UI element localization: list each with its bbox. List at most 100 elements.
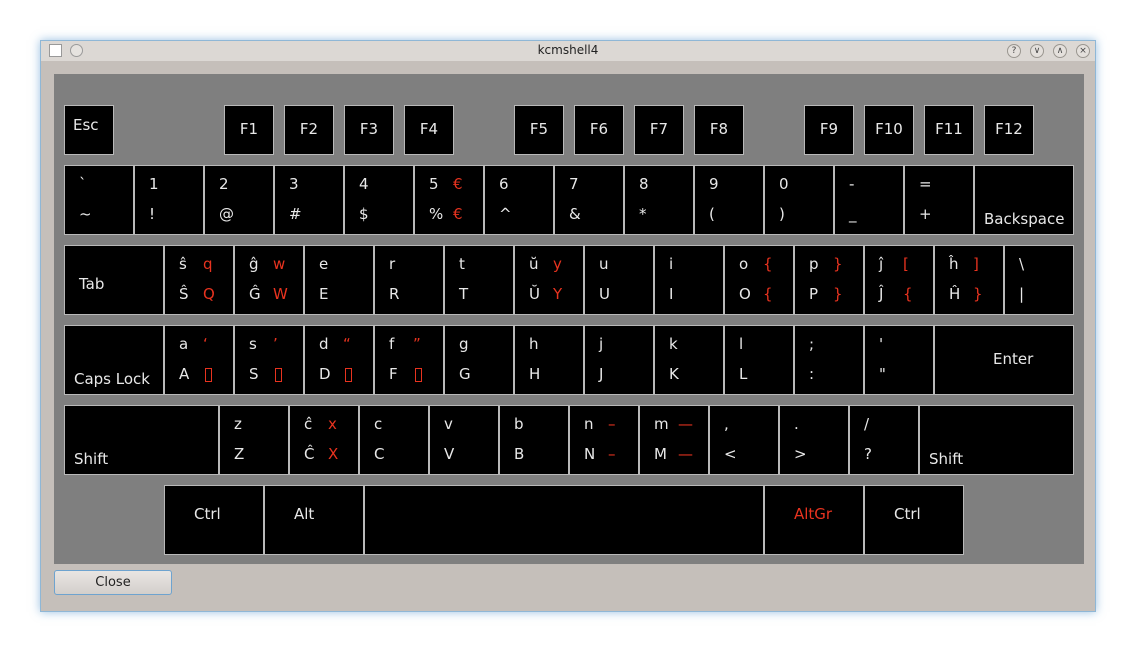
key-altgr-label: w <box>273 255 286 273</box>
key-0-number_row-10[interactable]: 0) <box>764 165 834 235</box>
key-shift-label: * <box>639 205 647 223</box>
key-sym-bottom_letter_row-7[interactable]: , < <box>709 405 779 475</box>
key-altgr-shift-label: { <box>903 285 913 303</box>
key-b-bottom_letter_row-4[interactable]: bB <box>499 405 569 475</box>
key-shift-right[interactable]: Shift <box>919 405 1074 475</box>
key-3-number_row-3[interactable]: 3 # <box>274 165 344 235</box>
key-primary-label: / <box>864 415 870 433</box>
key-n-bottom_letter_row-5[interactable]: n N – – <box>569 405 639 475</box>
key-sym-number_row-12[interactable]: = + <box>904 165 974 235</box>
key-h-home_row-5[interactable]: hH <box>514 325 584 395</box>
close-button[interactable]: Close <box>54 570 172 595</box>
key-9-number_row-9[interactable]: 9( <box>694 165 764 235</box>
key-k-home_row-7[interactable]: kK <box>654 325 724 395</box>
key-4-number_row-4[interactable]: 4 $ <box>344 165 414 235</box>
key-r-qwerty_row-3[interactable]: rR <box>374 245 444 315</box>
key-sym-qwerty_row-0[interactable]: ŝŜqQ <box>164 245 234 315</box>
key-f-home_row-3[interactable]: f F ” <box>374 325 444 395</box>
key-t-qwerty_row-4[interactable]: tT <box>444 245 514 315</box>
key-sym-number_row-11[interactable]: - _ <box>834 165 904 235</box>
key-label: Ctrl <box>894 505 921 523</box>
key-primary-label: 0 <box>779 175 789 193</box>
key-s-home_row-1[interactable]: s S ’ <box>234 325 304 395</box>
title-bar[interactable]: kcmshell4 ? ∨ ∧ × <box>41 41 1095 61</box>
key-8-number_row-8[interactable]: 8 * <box>624 165 694 235</box>
key-f6[interactable]: F6 <box>574 105 624 155</box>
key-primary-label: 1 <box>149 175 159 193</box>
key-c-bottom_letter_row-2[interactable]: cC <box>359 405 429 475</box>
key-enter[interactable]: Enter <box>934 325 1074 395</box>
key-i-qwerty_row-7[interactable]: iI <box>654 245 724 315</box>
key-p-qwerty_row-9[interactable]: p P}} <box>794 245 864 315</box>
key-v-bottom_letter_row-3[interactable]: vV <box>429 405 499 475</box>
key-sym-qwerty_row-1[interactable]: ĝĜwW <box>234 245 304 315</box>
key-label: Caps Lock <box>74 370 150 388</box>
key-altgr-label: ’ <box>273 335 278 353</box>
key-sym-qwerty_row-5[interactable]: ŭŬyY <box>514 245 584 315</box>
key-f4[interactable]: F4 <box>404 105 454 155</box>
key-f2[interactable]: F2 <box>284 105 334 155</box>
key-o-qwerty_row-8[interactable]: o O {{ <box>724 245 794 315</box>
key-ctrl-left[interactable]: Ctrl <box>164 485 264 555</box>
key-f1[interactable]: F1 <box>224 105 274 155</box>
key-caps-lock[interactable]: Caps Lock <box>64 325 164 395</box>
key-f7[interactable]: F7 <box>634 105 684 155</box>
key-primary-label: t <box>459 255 465 273</box>
key-1-number_row-1[interactable]: 1! <box>134 165 204 235</box>
key-sym-qwerty_row-12[interactable]: \ | <box>1004 245 1074 315</box>
key-sym-bottom_letter_row-9[interactable]: /? <box>849 405 919 475</box>
key-m-bottom_letter_row-6[interactable]: m M — — <box>639 405 709 475</box>
minimize-button[interactable]: ∨ <box>1030 44 1044 58</box>
key-primary-label: b <box>514 415 524 433</box>
key-shift-label: U <box>599 285 610 303</box>
key-f10[interactable]: F10 <box>864 105 914 155</box>
key-alt[interactable]: Alt <box>264 485 364 555</box>
key-esc[interactable]: Esc <box>64 105 114 155</box>
key-2-number_row-2[interactable]: 2 @ <box>204 165 274 235</box>
key-shift-left[interactable]: Shift <box>64 405 219 475</box>
key-shift-label: T <box>459 285 469 303</box>
key-j-home_row-6[interactable]: jJ <box>584 325 654 395</box>
key-sym-qwerty_row-10[interactable]: ĵ Ĵ [{ <box>864 245 934 315</box>
key-tab[interactable]: Tab <box>64 245 164 315</box>
key-sym-home_row-10[interactable]: ' " <box>864 325 934 395</box>
key-l-home_row-8[interactable]: lL <box>724 325 794 395</box>
missing-glyph-box <box>345 368 352 382</box>
key-a-home_row-0[interactable]: a A ‘ <box>164 325 234 395</box>
key-7-number_row-7[interactable]: 7 & <box>554 165 624 235</box>
key-5-number_row-5[interactable]: 5% € € <box>414 165 484 235</box>
maximize-button[interactable]: ∧ <box>1053 44 1067 58</box>
key-shift-label: Ĥ <box>949 285 961 303</box>
key-f11[interactable]: F11 <box>924 105 974 155</box>
key-f9[interactable]: F9 <box>804 105 854 155</box>
key-shift-label: Ŭ <box>529 285 540 303</box>
key-sym-home_row-9[interactable]: ;: <box>794 325 864 395</box>
close-window-button[interactable]: × <box>1076 44 1090 58</box>
key-altgr-label: ” <box>413 335 421 353</box>
key-backspace[interactable]: Backspace <box>974 165 1074 235</box>
key-label: F5 <box>529 120 549 138</box>
help-button[interactable]: ? <box>1007 44 1021 58</box>
key-f12[interactable]: F12 <box>984 105 1034 155</box>
key-g-home_row-4[interactable]: gG <box>444 325 514 395</box>
key-f8[interactable]: F8 <box>694 105 744 155</box>
key-label: F2 <box>299 120 319 138</box>
key-label: Alt <box>294 505 315 523</box>
key-primary-label: 2 <box>219 175 229 193</box>
key-sym-bottom_letter_row-8[interactable]: . > <box>779 405 849 475</box>
key-e-qwerty_row-2[interactable]: eE <box>304 245 374 315</box>
key-sym-qwerty_row-11[interactable]: ĥ Ĥ]} <box>934 245 1004 315</box>
key-sym-bottom_letter_row-1[interactable]: ĉĈxX <box>289 405 359 475</box>
key-u-qwerty_row-6[interactable]: uU <box>584 245 654 315</box>
key-d-home_row-2[interactable]: d D “ <box>304 325 374 395</box>
key-ctrl-right[interactable]: Ctrl <box>864 485 964 555</box>
key-z-bottom_letter_row-0[interactable]: zZ <box>219 405 289 475</box>
key-f3[interactable]: F3 <box>344 105 394 155</box>
key-6-number_row-6[interactable]: 6 ^ <box>484 165 554 235</box>
key-sym-number_row-0[interactable]: ` ~ <box>64 165 134 235</box>
key-altgr[interactable]: AltGr <box>764 485 864 555</box>
key-space[interactable] <box>364 485 764 555</box>
key-shift-label: P <box>809 285 819 303</box>
missing-glyph-box <box>275 368 282 382</box>
key-f5[interactable]: F5 <box>514 105 564 155</box>
